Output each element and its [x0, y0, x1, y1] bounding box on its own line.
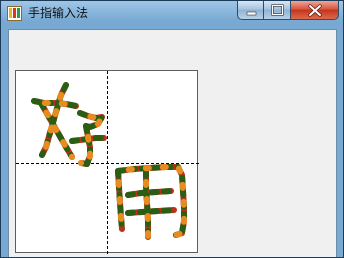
- close-icon: [308, 4, 322, 17]
- close-button[interactable]: [291, 1, 339, 20]
- handwritten-character-1: [31, 82, 107, 167]
- minimize-icon: [246, 11, 257, 16]
- handwritten-character-2: [115, 164, 187, 240]
- client-area: [8, 29, 337, 257]
- minimize-button[interactable]: [237, 1, 264, 20]
- app-window: 手指输入法: [0, 0, 344, 258]
- window-title: 手指输入法: [28, 6, 89, 20]
- maximize-button[interactable]: [264, 1, 291, 20]
- title-bar[interactable]: 手指输入法: [1, 1, 343, 27]
- app-icon[interactable]: [7, 6, 22, 21]
- maximize-icon: [271, 4, 284, 16]
- handwriting-pad[interactable]: [15, 70, 199, 254]
